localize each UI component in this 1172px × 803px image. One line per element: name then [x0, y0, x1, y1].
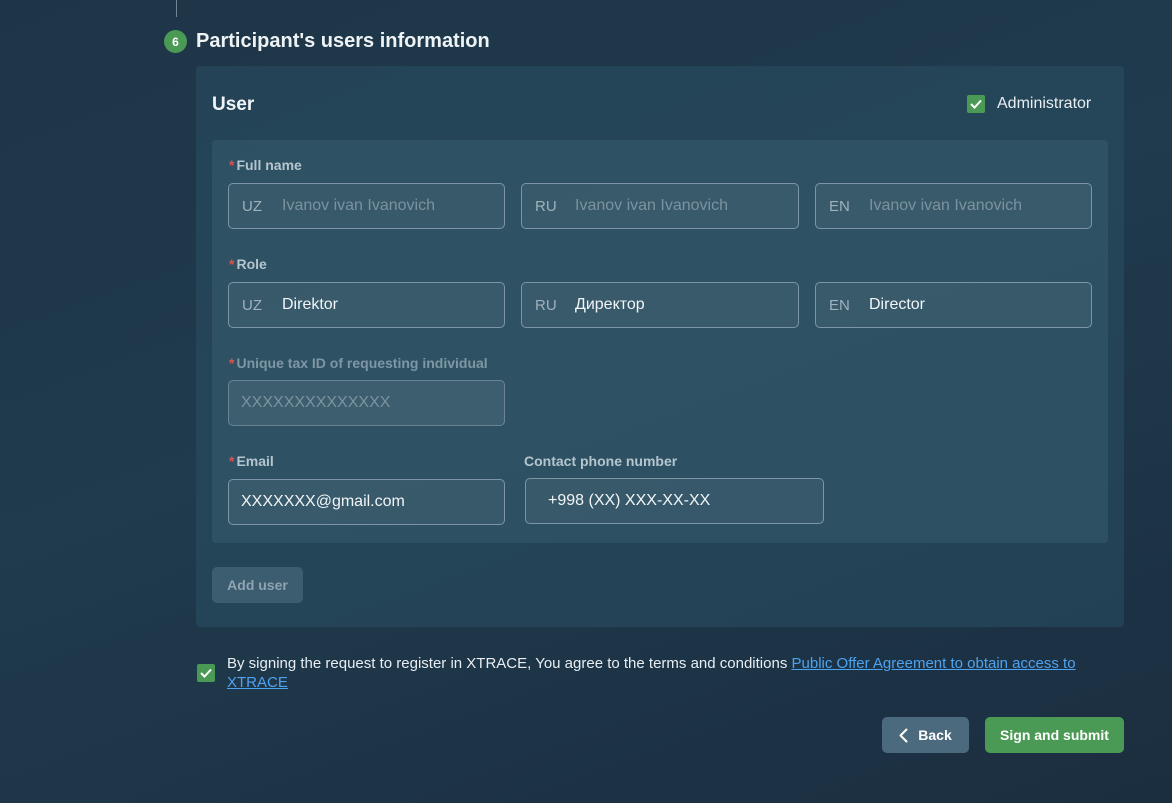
email-label: * Email: [229, 453, 274, 469]
agreement-checkbox[interactable]: [197, 664, 215, 682]
tax-id-label: * Unique tax ID of requesting individual: [229, 355, 488, 371]
required-marker: *: [229, 256, 235, 272]
step-header: 6 Participant's users information: [164, 30, 490, 53]
checkmark-icon: [970, 99, 982, 109]
chevron-left-icon: [899, 728, 908, 742]
required-marker: *: [229, 157, 235, 173]
role-ru-input[interactable]: RU Директор: [521, 282, 799, 328]
user-card: User Administrator * Full name UZ Ivanov …: [196, 66, 1124, 627]
user-card-title: User: [212, 94, 255, 115]
phone-value: +998 (XX) XXX-XX-XX: [548, 492, 711, 509]
full-name-ru-input[interactable]: RU Ivanov ivan Ivanovich: [521, 183, 799, 229]
administrator-label: Administrator: [997, 95, 1092, 112]
step-connector-line: [176, 0, 177, 17]
full-name-ru-placeholder: Ivanov ivan Ivanovich: [575, 197, 728, 214]
add-user-button[interactable]: Add user: [212, 567, 303, 603]
tax-id-placeholder: XXXXXXXXXXXXXX: [241, 394, 391, 411]
agreement-row: By signing the request to register in XT…: [197, 654, 1107, 692]
full-name-en-input[interactable]: EN Ivanov ivan Ivanovich: [815, 183, 1092, 229]
role-uz-value: Direktor: [282, 296, 339, 313]
phone-field[interactable]: +998 (XX) XXX-XX-XX: [525, 478, 824, 524]
step-number-badge: 6: [164, 30, 187, 53]
role-en-input[interactable]: EN Director: [815, 282, 1092, 328]
role-label: * Role: [229, 256, 267, 272]
lang-prefix-en: EN: [829, 296, 850, 314]
required-marker: *: [229, 355, 235, 371]
administrator-toggle[interactable]: Administrator: [967, 95, 1091, 113]
phone-label: Contact phone number: [524, 453, 678, 469]
full-name-uz-input[interactable]: UZ Ivanov ivan Ivanovich: [228, 183, 505, 229]
lang-prefix-ru: RU: [535, 296, 557, 314]
role-ru-value: Директор: [575, 296, 645, 313]
administrator-checkbox[interactable]: [967, 95, 985, 113]
agreement-text: By signing the request to register in XT…: [227, 654, 1107, 692]
agreement-statement: By signing the request to register in XT…: [227, 655, 792, 672]
step-title: Participant's users information: [196, 30, 490, 52]
full-name-uz-placeholder: Ivanov ivan Ivanovich: [282, 197, 435, 214]
checkmark-icon: [200, 668, 212, 678]
lang-prefix-ru: RU: [535, 197, 557, 215]
sign-and-submit-button[interactable]: Sign and submit: [985, 717, 1124, 753]
required-marker: *: [229, 453, 235, 469]
role-uz-input[interactable]: UZ Direktor: [228, 282, 505, 328]
back-button[interactable]: Back: [882, 717, 969, 753]
back-button-label: Back: [918, 727, 952, 743]
email-value: XXXXXXX@gmail.com: [241, 493, 405, 510]
tax-id-input[interactable]: XXXXXXXXXXXXXX: [228, 380, 505, 426]
full-name-label: * Full name: [229, 157, 302, 173]
role-en-value: Director: [869, 296, 926, 313]
full-name-en-placeholder: Ivanov ivan Ivanovich: [869, 197, 1022, 214]
user-fields-panel: * Full name UZ Ivanov ivan Ivanovich RU I…: [212, 140, 1108, 543]
lang-prefix-uz: UZ: [242, 296, 262, 314]
email-field[interactable]: XXXXXXX@gmail.com: [228, 479, 505, 525]
lang-prefix-en: EN: [829, 197, 850, 215]
lang-prefix-uz: UZ: [242, 197, 262, 215]
